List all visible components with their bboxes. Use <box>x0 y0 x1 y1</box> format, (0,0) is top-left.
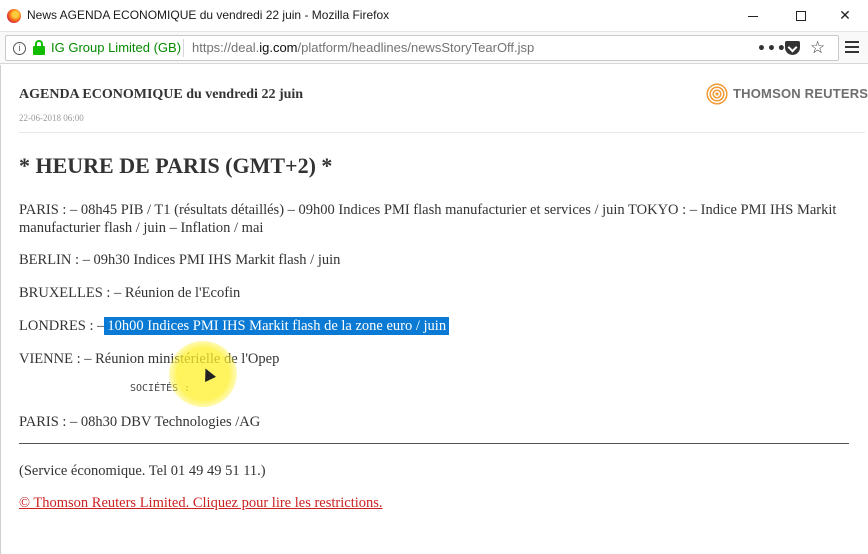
url-text[interactable]: https://deal.ig.com/platform/headlines/n… <box>192 40 534 55</box>
article-headline: AGENDA ECONOMIQUE du vendredi 22 juin <box>19 87 304 102</box>
bookmark-star-icon[interactable]: ☆ <box>810 38 825 58</box>
url-prefix: https://deal. <box>192 40 260 55</box>
page-content: AGENDA ECONOMIQUE du vendredi 22 juin 22… <box>0 65 868 554</box>
londres-prefix: LONDRES : – <box>19 318 105 334</box>
site-identity[interactable]: IG Group Limited (GB) <box>51 40 181 55</box>
minimize-icon <box>748 15 758 17</box>
window-title: News AGENDA ECONOMIQUE du vendredi 22 ju… <box>27 8 390 22</box>
logo-text: THOMSON REUTERS <box>733 86 868 101</box>
url-bar[interactable]: i IG Group Limited (GB) https://deal.ig.… <box>5 35 839 61</box>
paragraph-berlin: BERLIN : – 09h30 Indices PMI IHS Markit … <box>19 252 341 268</box>
navigation-bar: i IG Group Limited (GB) https://deal.ig.… <box>0 32 868 64</box>
url-host: ig.com <box>259 40 298 55</box>
pocket-icon[interactable] <box>785 41 800 55</box>
hamburger-menu-icon[interactable] <box>845 41 859 56</box>
window-title-bar: News AGENDA ECONOMIQUE du vendredi 22 ju… <box>0 0 868 32</box>
selected-text: 10h00 Indices PMI IHS Markit flash de la… <box>104 317 450 335</box>
maximize-icon <box>796 11 806 21</box>
maximize-button[interactable] <box>778 0 824 32</box>
thomson-reuters-logo-icon <box>706 83 728 105</box>
close-button[interactable]: ✕ <box>822 0 868 32</box>
paragraph-paris-societes: PARIS : – 08h30 DBV Technologies /AG <box>19 414 261 430</box>
paragraph-paris: PARIS : – 08h45 PIB / T1 (résultats déta… <box>19 202 837 236</box>
minimize-button[interactable] <box>730 0 776 32</box>
paragraph-bruxelles: BRUXELLES : – Réunion de l'Ecofin <box>19 285 241 301</box>
url-separator <box>183 39 184 57</box>
info-icon[interactable]: i <box>13 42 26 55</box>
firefox-icon <box>7 9 21 23</box>
paragraph-vienne: VIENNE : – Réunion ministérielle de l'Op… <box>19 351 280 367</box>
lock-icon[interactable] <box>33 40 45 56</box>
url-path: /platform/headlines/newsStoryTearOff.jsp <box>297 40 535 55</box>
copyright-link[interactable]: © Thomson Reuters Limited. Cliquez pour … <box>19 495 383 512</box>
article-date: 22-06-2018 06:00 <box>19 113 84 123</box>
service-contact: (Service économique. Tel 01 49 49 51 11.… <box>19 463 266 479</box>
thomson-reuters-logo: THOMSON REUTERS <box>706 83 868 105</box>
page-actions-icon[interactable]: ••• <box>757 41 787 57</box>
header-divider <box>19 132 865 133</box>
paragraph-londres: LONDRES : –10h00 Indices PMI IHS Markit … <box>19 317 849 335</box>
timezone-heading: * HEURE DE PARIS (GMT+2) * <box>19 153 333 178</box>
footer-divider <box>19 443 849 444</box>
